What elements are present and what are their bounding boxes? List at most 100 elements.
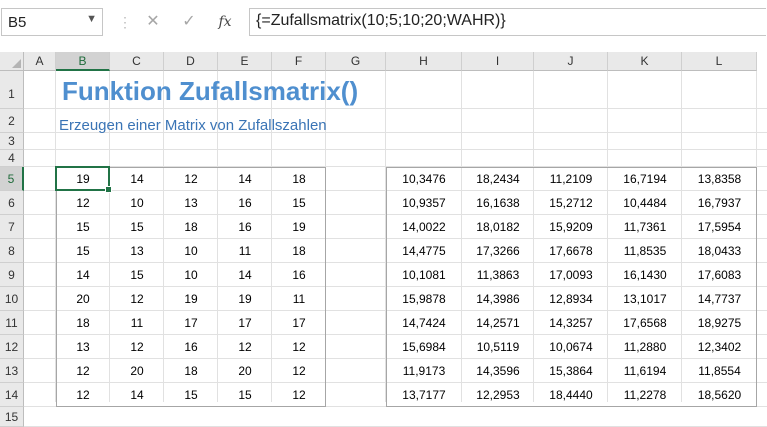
confirm-icon[interactable]: ✓ [175,8,203,36]
active-cell-selection[interactable] [55,166,112,193]
row-header-3[interactable]: 3 [0,133,24,150]
decimal-matrix-cell[interactable]: 15,2712 [534,191,608,215]
integer-matrix-cell[interactable]: 16 [164,335,218,359]
decimal-matrix-cell[interactable]: 15,9209 [534,215,608,239]
column-header-b[interactable]: B [56,52,110,71]
row-header-10[interactable]: 10 [0,287,24,311]
integer-matrix-cell[interactable]: 11 [272,287,326,311]
decimal-matrix-cell[interactable]: 11,8535 [608,239,682,263]
decimal-matrix-cell[interactable]: 16,7937 [682,191,757,215]
decimal-matrix-cell[interactable]: 11,2880 [608,335,682,359]
decimal-matrix-cell[interactable]: 10,3476 [386,167,462,191]
decimal-matrix-cell[interactable]: 18,5620 [682,383,757,407]
integer-matrix-cell[interactable]: 15 [110,215,164,239]
integer-matrix-cell[interactable]: 20 [56,287,110,311]
decimal-matrix-cell[interactable]: 11,2278 [608,383,682,407]
decimal-matrix-cell[interactable]: 14,3596 [462,359,534,383]
column-header-i[interactable]: I [462,52,534,71]
select-all-button[interactable] [0,52,24,71]
decimal-matrix-cell[interactable]: 18,2434 [462,167,534,191]
integer-matrix-cell[interactable]: 12 [164,167,218,191]
integer-matrix-cell[interactable]: 10 [164,239,218,263]
integer-matrix-cell[interactable]: 19 [272,215,326,239]
decimal-matrix-cell[interactable]: 10,4484 [608,191,682,215]
decimal-matrix-cell[interactable]: 15,3864 [534,359,608,383]
column-header-d[interactable]: D [164,52,218,71]
row-header-13[interactable]: 13 [0,359,24,383]
decimal-matrix-cell[interactable]: 16,1638 [462,191,534,215]
row-header-2[interactable]: 2 [0,109,24,133]
decimal-matrix-cell[interactable]: 11,2109 [534,167,608,191]
decimal-matrix-cell[interactable]: 17,5954 [682,215,757,239]
integer-matrix-cell[interactable]: 12 [56,383,110,407]
decimal-matrix-cell[interactable]: 13,8358 [682,167,757,191]
column-header-a[interactable]: A [24,52,56,71]
decimal-matrix-cell[interactable]: 14,3986 [462,287,534,311]
row-header-12[interactable]: 12 [0,335,24,359]
column-header-g[interactable]: G [326,52,386,71]
function-icon[interactable]: fx [211,8,239,36]
integer-matrix-cell[interactable]: 19 [218,287,272,311]
formula-input[interactable]: {=Zufallsmatrix(10;5;10;20;WAHR)} [249,8,766,36]
decimal-matrix-cell[interactable]: 14,0022 [386,215,462,239]
integer-matrix-cell[interactable]: 20 [218,359,272,383]
decimal-matrix-cell[interactable]: 14,7737 [682,287,757,311]
decimal-matrix-cell[interactable]: 11,6194 [608,359,682,383]
integer-matrix-cell[interactable]: 13 [110,239,164,263]
integer-matrix-cell[interactable]: 11 [110,311,164,335]
integer-matrix-cell[interactable]: 14 [218,263,272,287]
integer-matrix-cell[interactable]: 12 [218,335,272,359]
column-header-h[interactable]: H [386,52,462,71]
integer-matrix-cell[interactable]: 16 [272,263,326,287]
decimal-matrix-cell[interactable]: 15,6984 [386,335,462,359]
integer-matrix-cell[interactable]: 10 [164,263,218,287]
decimal-matrix-cell[interactable]: 10,0674 [534,335,608,359]
row-header-7[interactable]: 7 [0,215,24,239]
row-header-9[interactable]: 9 [0,263,24,287]
name-box[interactable]: B5 ▼ [1,8,103,36]
row-header-14[interactable]: 14 [0,383,24,407]
decimal-matrix-cell[interactable]: 17,3266 [462,239,534,263]
integer-matrix-cell[interactable]: 12 [56,359,110,383]
integer-matrix-cell[interactable]: 14 [110,167,164,191]
decimal-matrix-cell[interactable]: 16,1430 [608,263,682,287]
decimal-matrix-cell[interactable]: 13,1017 [608,287,682,311]
decimal-matrix-cell[interactable]: 12,3402 [682,335,757,359]
integer-matrix-cell[interactable]: 13 [56,335,110,359]
row-header-11[interactable]: 11 [0,311,24,335]
integer-matrix-cell[interactable]: 20 [110,359,164,383]
integer-matrix-cell[interactable]: 13 [164,191,218,215]
fill-handle[interactable] [105,186,112,193]
decimal-matrix-cell[interactable]: 10,9357 [386,191,462,215]
integer-matrix-cell[interactable]: 15 [218,383,272,407]
column-header-l[interactable]: L [682,52,757,71]
integer-matrix-cell[interactable]: 14 [56,263,110,287]
decimal-matrix-cell[interactable]: 18,0433 [682,239,757,263]
integer-matrix-cell[interactable]: 12 [272,335,326,359]
decimal-matrix-cell[interactable]: 14,3257 [534,311,608,335]
decimal-matrix-cell[interactable]: 13,7177 [386,383,462,407]
decimal-matrix-cell[interactable]: 11,3863 [462,263,534,287]
integer-matrix-cell[interactable]: 11 [218,239,272,263]
integer-matrix-cell[interactable]: 15 [272,191,326,215]
column-header-f[interactable]: F [272,52,326,71]
integer-matrix-cell[interactable]: 18 [164,215,218,239]
decimal-matrix-cell[interactable]: 14,2571 [462,311,534,335]
decimal-matrix-cell[interactable]: 16,7194 [608,167,682,191]
integer-matrix-cell[interactable]: 17 [218,311,272,335]
integer-matrix-cell[interactable]: 10 [110,191,164,215]
integer-matrix-cell[interactable]: 14 [218,167,272,191]
integer-matrix-cell[interactable]: 17 [272,311,326,335]
decimal-matrix-cell[interactable]: 17,6083 [682,263,757,287]
column-header-c[interactable]: C [110,52,164,71]
decimal-matrix-cell[interactable]: 18,4440 [534,383,608,407]
integer-matrix-cell[interactable]: 18 [272,167,326,191]
row-header-5[interactable]: 5 [0,167,24,191]
integer-matrix-cell[interactable]: 17 [164,311,218,335]
decimal-matrix-cell[interactable]: 11,9173 [386,359,462,383]
column-header-e[interactable]: E [218,52,272,71]
integer-matrix-cell[interactable]: 12 [56,191,110,215]
integer-matrix-cell[interactable]: 15 [164,383,218,407]
row-header-8[interactable]: 8 [0,239,24,263]
column-header-k[interactable]: K [608,52,682,71]
